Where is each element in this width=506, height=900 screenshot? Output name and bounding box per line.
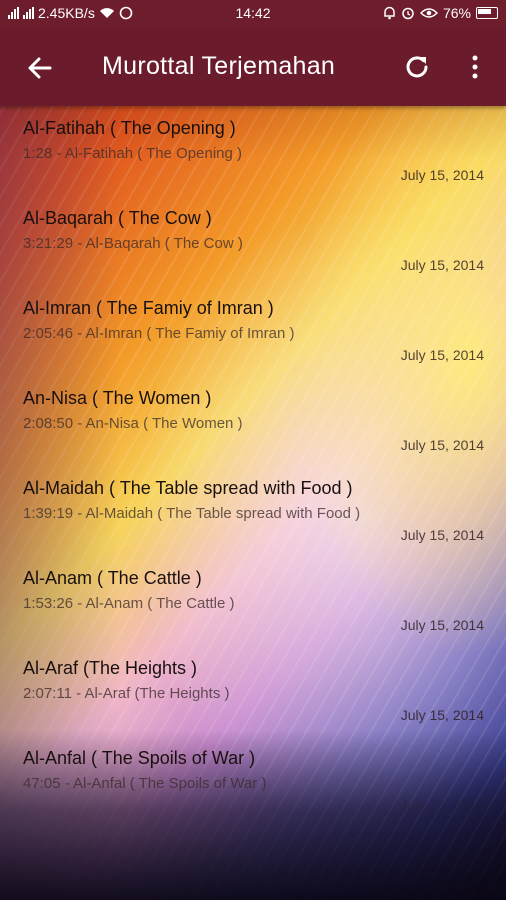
list-item[interactable]: An-Nisa ( The Women ) 2:08:50 - An-Nisa … — [0, 376, 506, 466]
list-item[interactable]: Al-Fatihah ( The Opening ) 1:28 - Al-Fat… — [0, 106, 506, 196]
track-title: Al-Imran ( The Famiy of Imran ) — [23, 298, 274, 318]
track-date: July 15, 2014 — [400, 527, 484, 543]
battery-percent: 76% — [442, 5, 471, 21]
track-subtitle: 2:07:11 - Al-Araf (The Heights ) — [23, 685, 230, 702]
track-title: Al-Araf (The Heights ) — [23, 658, 198, 678]
more-vert-icon[interactable] — [464, 52, 486, 82]
track-date: July 15, 2014 — [400, 257, 484, 273]
list-item[interactable]: Al-Anfal ( The Spoils of War ) 47:05 - A… — [0, 736, 506, 826]
track-title: An-Nisa ( The Women ) — [23, 388, 212, 408]
page-title: Murottal Terjemahan — [102, 52, 336, 80]
list-item[interactable]: Al-Baqarah ( The Cow ) 3:21:29 - Al-Baqa… — [0, 196, 506, 286]
battery-icon — [476, 7, 498, 19]
track-subtitle: 3:21:29 - Al-Baqarah ( The Cow ) — [23, 235, 243, 252]
track-title: Al-Anfal ( The Spoils of War ) — [23, 748, 256, 768]
track-date: July 15, 2014 — [400, 347, 484, 363]
status-bar: 2.45KB/s 14:42 76% — [0, 0, 506, 28]
track-subtitle: 2:08:50 - An-Nisa ( The Women ) — [23, 415, 243, 432]
list-item[interactable]: Al-Maidah ( The Table spread with Food )… — [0, 466, 506, 556]
track-list: Al-Fatihah ( The Opening ) 1:28 - Al-Fat… — [0, 106, 506, 826]
track-subtitle: 47:05 - Al-Anfal ( The Spoils of War ) — [23, 775, 267, 792]
track-date: July 15, 2014 — [400, 707, 484, 723]
track-subtitle: 1:39:19 - Al-Maidah ( The Table spread w… — [23, 505, 361, 522]
list-item[interactable]: Al-Araf (The Heights ) 2:07:11 - Al-Araf… — [0, 646, 506, 736]
track-title: Al-Fatihah ( The Opening ) — [23, 118, 236, 138]
refresh-icon[interactable] — [402, 52, 432, 82]
notification-bell-icon — [384, 6, 395, 20]
eye-icon — [419, 8, 438, 18]
app-bar: Murottal Terjemahan — [0, 28, 506, 106]
track-date: July 15, 2014 — [400, 437, 484, 453]
track-subtitle: 1:53:26 - Al-Anam ( The Cattle ) — [23, 595, 235, 612]
track-date: July 15, 2014 — [400, 167, 484, 183]
track-title: Al-Maidah ( The Table spread with Food ) — [23, 478, 353, 498]
list-item[interactable]: Al-Imran ( The Famiy of Imran ) 2:05:46 … — [0, 286, 506, 376]
track-title: Al-Baqarah ( The Cow ) — [23, 208, 212, 228]
list-item[interactable]: Al-Anam ( The Cattle ) 1:53:26 - Al-Anam… — [0, 556, 506, 646]
track-subtitle: 2:05:46 - Al-Imran ( The Famiy of Imran … — [23, 325, 295, 342]
arrow-left-icon[interactable] — [24, 52, 56, 84]
status-right: 76% — [383, 5, 498, 21]
track-date: July 15, 2014 — [400, 617, 484, 633]
track-date: July 15, 2014 — [400, 797, 484, 813]
track-subtitle: 1:28 - Al-Fatihah ( The Opening ) — [23, 145, 243, 162]
track-title: Al-Anam ( The Cattle ) — [23, 568, 202, 588]
alarm-icon — [402, 7, 414, 20]
